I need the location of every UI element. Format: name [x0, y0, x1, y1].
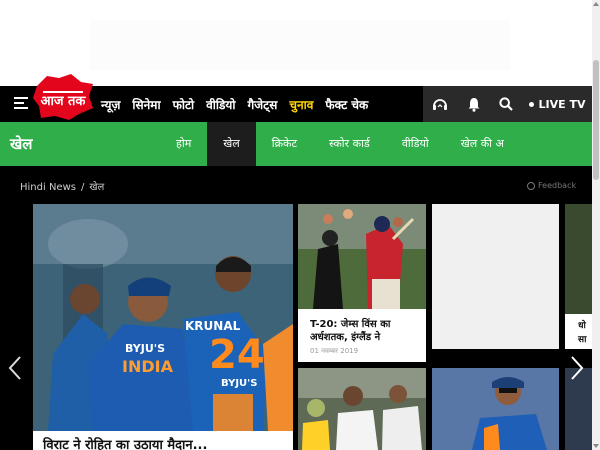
hero-caption[interactable]: विराट ने रोहित का उठाया मैदान...	[33, 431, 293, 450]
tab-scorecard[interactable]: स्कोर कार्ड	[313, 122, 386, 166]
card-image	[432, 368, 559, 450]
jersey-brand-2: BYJU'S	[221, 378, 257, 389]
card-caption-line2: सा	[578, 335, 587, 345]
card-image	[298, 204, 426, 309]
feedback-label: Feedback	[538, 181, 577, 190]
bell-icon[interactable]	[457, 86, 491, 122]
nav-link-news[interactable]: न्यूज़	[101, 96, 120, 113]
tab-home[interactable]: होम	[160, 122, 207, 166]
chevron-right-icon	[571, 356, 584, 380]
aajtak-logo[interactable]: आज तक	[33, 74, 93, 120]
tab-video[interactable]: वीडियो	[386, 122, 445, 166]
section-bar: खेल होम खेल क्रिकेट स्कोर कार्ड वीडियो ख…	[0, 122, 592, 166]
page-scrollbar[interactable]	[592, 0, 600, 450]
nav-link-photo[interactable]: फोटो	[173, 96, 195, 113]
news-card[interactable]	[432, 368, 559, 450]
ad-placeholder	[90, 20, 510, 70]
search-icon[interactable]	[489, 86, 523, 122]
live-tv-label: LIVE TV	[538, 97, 586, 111]
news-card-partial[interactable]: धो सा	[565, 204, 592, 349]
jersey-team: INDIA	[122, 357, 174, 376]
nav-link-gadgets[interactable]: गैजेट्स	[248, 96, 278, 113]
carousel-next-arrow[interactable]	[570, 355, 584, 387]
scrollbar-thumb[interactable]	[593, 60, 599, 180]
breadcrumb-home[interactable]: Hindi News	[20, 182, 76, 193]
tab-more-sports[interactable]: खेल की अ	[445, 122, 520, 166]
tab-cricket[interactable]: क्रिकेट	[256, 122, 313, 166]
card-title[interactable]: T-20: जेम्स विंस का अर्धशतक, इंग्लैंड ने	[310, 318, 420, 344]
news-card[interactable]	[298, 368, 426, 450]
scroll-down-arrow-icon[interactable]	[593, 444, 599, 448]
carousel-prev-arrow[interactable]	[8, 355, 22, 387]
breadcrumb: Hindi News / खेल	[20, 179, 104, 193]
jersey-name: KRUNAL	[185, 319, 241, 333]
breadcrumb-separator: /	[80, 182, 85, 193]
card-image	[298, 368, 426, 450]
section-tabs: होम खेल क्रिकेट स्कोर कार्ड वीडियो खेल क…	[160, 122, 520, 166]
headphones-icon[interactable]	[423, 86, 457, 122]
feedback-icon	[527, 181, 535, 190]
nav-link-cinema[interactable]: सिनेमा	[132, 96, 160, 113]
scroll-up-arrow-icon[interactable]	[593, 2, 599, 6]
main-nav: न्यूज़ सिनेमा फोटो वीडियो गैजेट्स चुनाव …	[101, 86, 368, 122]
nav-link-elections[interactable]: चुनाव	[289, 96, 313, 113]
feedback-link[interactable]: Feedback	[527, 181, 576, 190]
card-caption-line1: धो	[578, 321, 586, 331]
logo-text: आज तक	[41, 94, 87, 109]
card-date: 01 नवम्बर 2019	[310, 347, 359, 355]
hero-image: BYJU'S INDIA KRUNAL 24 BYJU'S	[33, 204, 293, 431]
jersey-number: 24	[209, 332, 265, 378]
menu-icon[interactable]	[14, 97, 28, 109]
live-dot-icon	[528, 101, 534, 107]
breadcrumb-current: खेल	[89, 182, 105, 193]
section-title: खेल	[10, 135, 33, 153]
tab-sports[interactable]: खेल	[207, 122, 256, 166]
news-card-loading[interactable]	[432, 204, 559, 349]
chevron-left-icon	[8, 356, 21, 380]
jersey-brand-1: BYJU'S	[125, 342, 165, 355]
nav-link-fact-check[interactable]: फैक्ट चेक	[325, 96, 368, 113]
nav-link-video[interactable]: वीडियो	[206, 96, 235, 113]
card-caption-box: धो सा	[565, 314, 592, 349]
live-tv-button[interactable]: LIVE TV	[522, 86, 592, 122]
news-card[interactable]: T-20: जेम्स विंस का अर्धशतक, इंग्लैंड ने…	[298, 204, 426, 362]
hero-story[interactable]: BYJU'S INDIA KRUNAL 24 BYJU'S विराट ने र…	[33, 204, 293, 450]
